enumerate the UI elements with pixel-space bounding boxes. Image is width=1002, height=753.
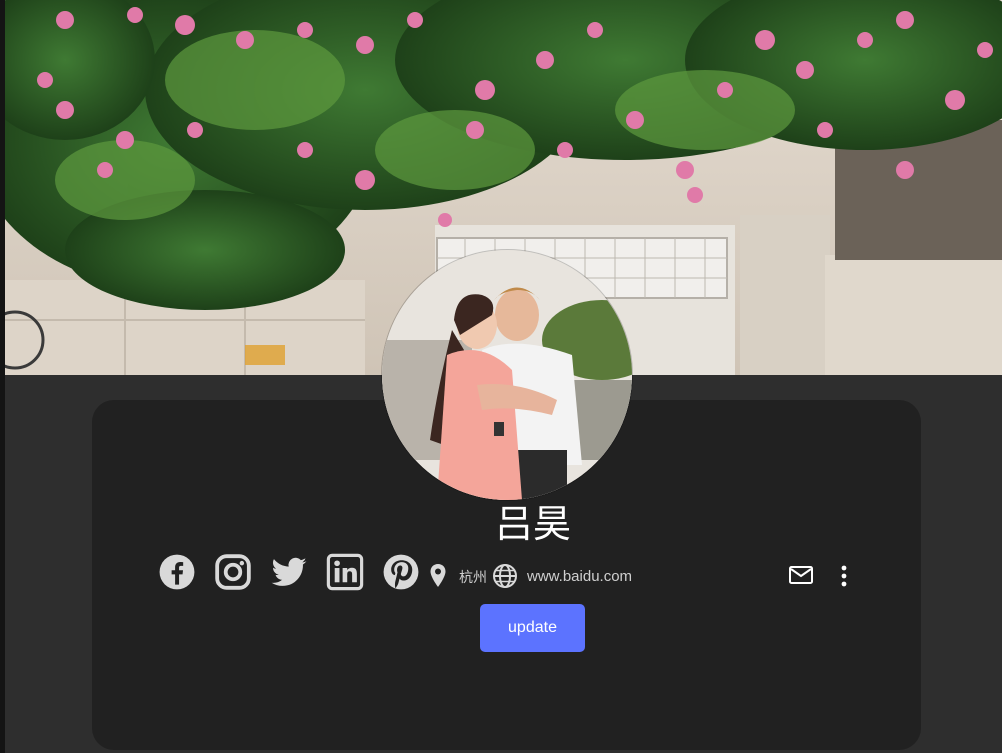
linkedin-icon[interactable] (326, 553, 364, 591)
location-text: 杭州 (459, 569, 487, 585)
twitter-icon[interactable] (270, 553, 308, 591)
pinterest-icon[interactable] (382, 553, 420, 591)
globe-icon (492, 563, 518, 589)
profile-name: 吕昊 (494, 504, 571, 546)
location-pin-icon (428, 563, 448, 589)
more-options-icon[interactable] (834, 563, 854, 589)
facebook-icon[interactable] (158, 553, 196, 591)
instagram-icon[interactable] (214, 553, 252, 591)
profile-page: 吕昊 杭州 www.baidu.com update (0, 0, 1002, 753)
mail-icon[interactable] (788, 564, 814, 586)
update-button[interactable]: update (480, 604, 585, 652)
website-link[interactable]: www.baidu.com (527, 568, 632, 586)
avatar[interactable] (382, 250, 632, 500)
